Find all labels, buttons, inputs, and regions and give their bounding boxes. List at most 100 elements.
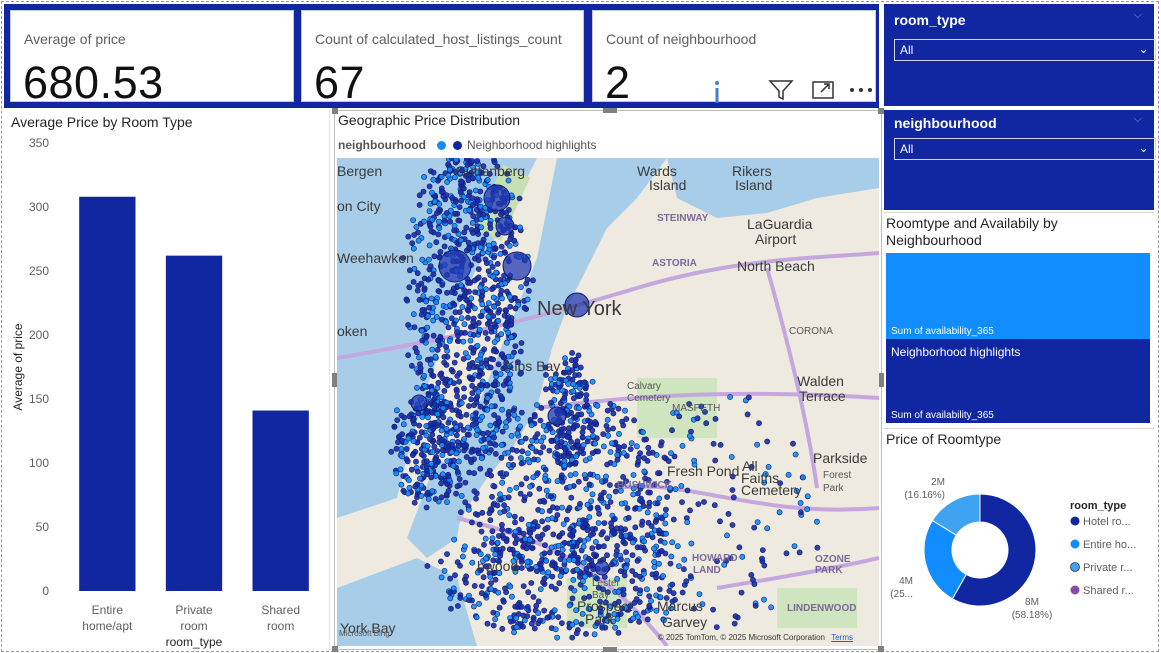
map-point <box>445 232 452 239</box>
resize-handle[interactable] <box>332 373 337 387</box>
map-point <box>717 441 724 448</box>
bar <box>252 410 309 591</box>
map-point <box>429 449 436 455</box>
map-point <box>462 499 469 506</box>
map-point <box>629 552 636 559</box>
donut-panel[interactable]: Price of Roomtype 2M (16.16%) 4M (25... 8M (5… <box>884 428 1154 650</box>
map-point <box>463 579 469 586</box>
map-point <box>503 339 510 346</box>
map-point <box>637 544 644 551</box>
map-place-label: MASPETH <box>672 403 721 414</box>
map-point <box>524 613 531 620</box>
map-point <box>527 530 534 536</box>
map-point <box>540 422 547 429</box>
map-point <box>472 410 479 416</box>
resize-handle[interactable] <box>332 108 338 114</box>
map-point <box>610 410 617 417</box>
map-point <box>443 343 449 350</box>
map-point <box>488 403 495 410</box>
map-point <box>804 506 811 513</box>
resize-handle[interactable] <box>332 646 338 652</box>
map-point <box>469 195 476 201</box>
kpi-label: Count of neighbourhood <box>606 31 757 47</box>
map-point <box>512 343 519 349</box>
map-point <box>429 409 436 416</box>
map-canvas[interactable]: Guttenberg Bergen on City Weehawken New York… <box>337 158 879 646</box>
map-point <box>515 601 522 608</box>
resize-handle[interactable] <box>603 108 617 113</box>
map-point <box>634 461 641 468</box>
map-point <box>620 422 627 429</box>
resize-handle[interactable] <box>878 108 884 114</box>
kpi-value: 680.53 <box>23 57 164 108</box>
kpi-card-average-price[interactable]: Average of price 680.53 <box>10 10 294 108</box>
map-point <box>622 407 628 414</box>
map-point <box>473 495 479 502</box>
map-point <box>517 224 523 231</box>
map-point <box>481 346 487 353</box>
map-point <box>434 210 440 216</box>
map-point <box>478 590 485 597</box>
map-point <box>587 532 594 538</box>
map-point <box>487 573 494 580</box>
map-point <box>431 401 438 408</box>
map-point <box>484 620 491 627</box>
map-point <box>552 626 559 633</box>
legend-swatch-icon <box>1070 562 1080 572</box>
map-point <box>567 472 574 479</box>
resize-handle[interactable] <box>603 647 617 652</box>
map-point <box>457 595 464 601</box>
terms-link[interactable]: Terms <box>831 633 853 642</box>
map-point <box>409 240 416 247</box>
focus-mode-icon[interactable] <box>808 74 838 106</box>
map-point <box>429 438 436 445</box>
chevron-down-icon[interactable]: ⌵ <box>1134 113 1142 126</box>
x-tick-label: Shared <box>261 603 300 617</box>
availability-segment-bottom[interactable]: Neighborhood highlights Sum of availabil… <box>886 339 1150 423</box>
slicer-room-type[interactable]: room_type ⌵ All ⌄ <box>884 4 1156 106</box>
map-point <box>487 447 494 453</box>
chevron-down-icon[interactable]: ⌵ <box>1134 9 1142 22</box>
map-point <box>559 478 566 485</box>
map-point <box>568 494 575 501</box>
map-point <box>391 423 398 430</box>
slicer-neighbourhood[interactable]: neighbourhood ⌵ All ⌄ <box>884 110 1156 210</box>
map-point <box>425 392 432 398</box>
neighbourhood-dropdown[interactable]: All ⌄ <box>894 138 1156 160</box>
room-type-dropdown[interactable]: All ⌄ <box>894 39 1156 61</box>
kpi-card-host-listings[interactable]: Count of calculated_host_listings_count … <box>301 10 584 108</box>
map-point <box>468 519 475 526</box>
map-point <box>455 217 462 224</box>
map-point <box>575 405 582 412</box>
availability-panel[interactable]: Roomtype and Availabily by Neighbourhood… <box>884 212 1154 426</box>
map-point <box>472 289 478 295</box>
map-point <box>445 419 452 426</box>
info-icon[interactable] <box>706 74 728 106</box>
map-point <box>675 563 682 569</box>
map-point <box>496 604 503 611</box>
map-point <box>572 361 579 368</box>
filter-icon[interactable] <box>766 74 796 106</box>
map-point <box>449 195 456 201</box>
segment-label: Neighborhood highlights <box>891 345 1021 359</box>
map-point <box>445 487 452 494</box>
map-point <box>604 503 611 510</box>
map-point <box>592 419 598 425</box>
map-point <box>666 587 673 594</box>
map-point <box>458 400 465 406</box>
map-panel[interactable]: Geographic Price Distribution neighbourh… <box>332 108 884 652</box>
more-options-icon[interactable] <box>846 74 876 106</box>
map-point <box>406 477 412 484</box>
legend-swatch-icon <box>1070 516 1080 526</box>
map-point <box>466 592 472 599</box>
map-point <box>561 452 567 459</box>
map-point <box>439 282 446 288</box>
bar-chart-panel[interactable]: Average Price by Room Type 0 50 100 150 200 2… <box>4 110 330 650</box>
map-point <box>414 384 420 391</box>
map-point <box>438 574 445 581</box>
map-point <box>502 322 509 328</box>
map-point <box>466 361 473 368</box>
map-point <box>399 437 405 444</box>
availability-segment-top[interactable]: Sum of availability_365 <box>886 253 1150 339</box>
map-place-label: Forest <box>823 470 852 481</box>
